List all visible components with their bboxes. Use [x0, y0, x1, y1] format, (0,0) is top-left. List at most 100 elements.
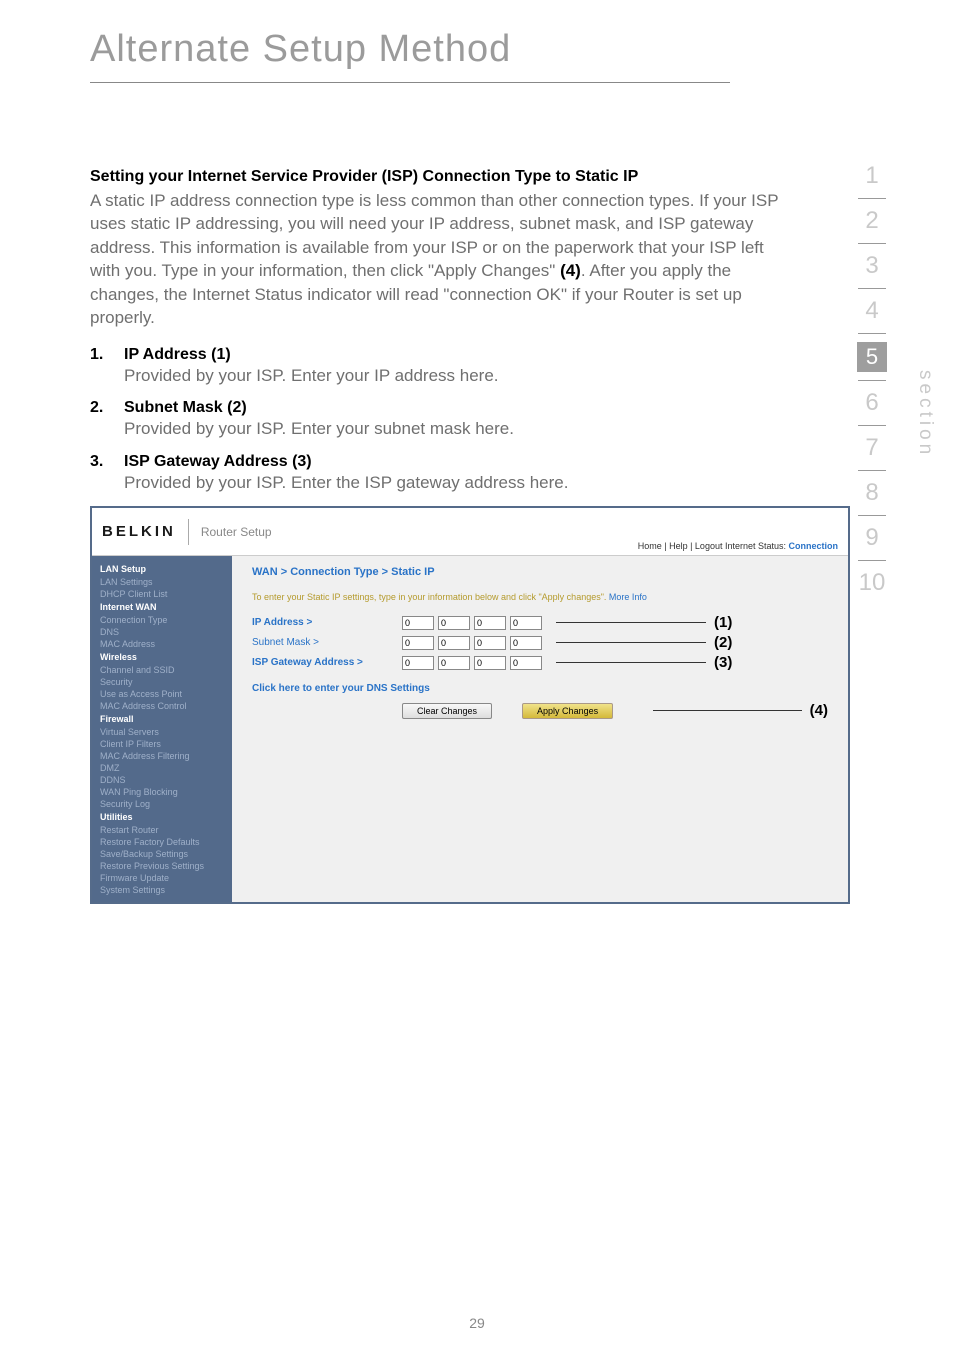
section-nav-item[interactable]: 5	[846, 334, 898, 380]
list-item: 2. Subnet Mask (2) Provided by your ISP.…	[90, 399, 790, 440]
dns-settings-link[interactable]: Click here to enter your DNS Settings	[252, 683, 828, 694]
annotation-number: (1)	[714, 614, 732, 631]
ip-octet-input[interactable]: 0	[474, 656, 506, 670]
field-label: ISP Gateway Address >	[252, 657, 402, 668]
ip-octet-input[interactable]: 0	[510, 616, 542, 630]
section-nav-item[interactable]: 4	[846, 289, 898, 333]
section-nav-item[interactable]: 10	[846, 561, 898, 605]
sidebar-group: Wireless	[92, 650, 232, 664]
field-label: IP Address >	[252, 617, 402, 628]
annotation-number: (2)	[714, 634, 732, 651]
sidebar-item[interactable]: DNS	[92, 626, 232, 638]
internet-status: Connection	[789, 541, 839, 551]
page-title: Alternate Setup Method	[90, 28, 511, 71]
ip-octet-input[interactable]: 0	[402, 656, 434, 670]
numbered-list: 1. IP Address (1) Provided by your ISP. …	[90, 346, 790, 494]
router-subtitle: Router Setup	[201, 525, 272, 539]
clear-changes-button[interactable]: Clear Changes	[402, 703, 492, 719]
section-label: section	[914, 370, 936, 458]
sidebar-item[interactable]: Security	[92, 676, 232, 688]
item-number: 2.	[90, 399, 124, 440]
header-divider	[188, 519, 189, 545]
instruction-text: To enter your Static IP settings, type i…	[252, 592, 828, 602]
sidebar-item[interactable]: LAN Settings	[92, 576, 232, 588]
sidebar-item[interactable]: DMZ	[92, 762, 232, 774]
section-nav-item[interactable]: 6	[846, 381, 898, 425]
breadcrumb: WAN > Connection Type > Static IP	[252, 566, 828, 578]
title-underline	[90, 82, 730, 83]
section-nav-item[interactable]: 7	[846, 426, 898, 470]
section-heading: Setting your Internet Service Provider (…	[90, 168, 790, 186]
form-row: Subnet Mask >0000(2)	[252, 634, 828, 651]
sidebar-item[interactable]: MAC Address	[92, 638, 232, 650]
list-item: 3. ISP Gateway Address (3) Provided by y…	[90, 453, 790, 494]
apply-changes-button[interactable]: Apply Changes	[522, 703, 613, 719]
section-nav-item[interactable]: 9	[846, 516, 898, 560]
sidebar-item[interactable]: Restore Factory Defaults	[92, 836, 232, 848]
ip-octet-input[interactable]: 0	[510, 636, 542, 650]
ip-octet-input[interactable]: 0	[402, 636, 434, 650]
form-row: IP Address >0000(1)	[252, 614, 828, 631]
sidebar-group: Firewall	[92, 712, 232, 726]
ip-octet-input[interactable]: 0	[438, 616, 470, 630]
sidebar-group: Internet WAN	[92, 600, 232, 614]
sidebar-item[interactable]: Restart Router	[92, 824, 232, 836]
item-text: Provided by your ISP. Enter your subnet …	[124, 417, 790, 440]
sidebar-item[interactable]: Restore Previous Settings	[92, 860, 232, 872]
item-text: Provided by your ISP. Enter your IP addr…	[124, 364, 790, 387]
sidebar-item[interactable]: Channel and SSID	[92, 664, 232, 676]
router-header: BELKIN Router Setup Home | Help | Logout…	[92, 508, 848, 556]
button-row: Clear Changes Apply Changes (4)	[252, 702, 828, 719]
router-screenshot: BELKIN Router Setup Home | Help | Logout…	[90, 506, 850, 904]
sidebar-item[interactable]: DDNS	[92, 774, 232, 786]
sidebar-item[interactable]: Virtual Servers	[92, 726, 232, 738]
sidebar-item[interactable]: MAC Address Control	[92, 700, 232, 712]
router-body: LAN SetupLAN SettingsDHCP Client ListInt…	[92, 556, 848, 902]
router-top-links: Home | Help | Logout Internet Status: Co…	[638, 541, 838, 551]
ip-octet-input[interactable]: 0	[474, 636, 506, 650]
instruction-main: To enter your Static IP settings, type i…	[252, 592, 609, 602]
section-nav-item[interactable]: 2	[846, 199, 898, 243]
sidebar-item[interactable]: Use as Access Point	[92, 688, 232, 700]
annotation-line	[556, 622, 706, 623]
sidebar-item[interactable]: WAN Ping Blocking	[92, 786, 232, 798]
item-number: 1.	[90, 346, 124, 387]
section-nav: 12345678910	[846, 154, 898, 605]
item-title: IP Address (1)	[124, 346, 790, 364]
sidebar-item[interactable]: Security Log	[92, 798, 232, 810]
field-label: Subnet Mask >	[252, 637, 402, 648]
sidebar-item[interactable]: System Settings	[92, 884, 232, 896]
router-main: WAN > Connection Type > Static IP To ent…	[232, 556, 848, 902]
annotation-line	[556, 662, 706, 663]
section-nav-item[interactable]: 3	[846, 244, 898, 288]
item-text: Provided by your ISP. Enter the ISP gate…	[124, 471, 790, 494]
section-nav-item[interactable]: 1	[846, 154, 898, 198]
item-title: Subnet Mask (2)	[124, 399, 790, 417]
main-content: Setting your Internet Service Provider (…	[90, 168, 790, 904]
sidebar-item[interactable]: DHCP Client List	[92, 588, 232, 600]
page-number: 29	[0, 1315, 954, 1331]
ip-octet-input[interactable]: 0	[510, 656, 542, 670]
ip-octet-input[interactable]: 0	[402, 616, 434, 630]
annotation-line	[653, 710, 802, 711]
ip-octet-input[interactable]: 0	[474, 616, 506, 630]
sidebar-item[interactable]: Save/Backup Settings	[92, 848, 232, 860]
intro-bold-ref: (4)	[560, 261, 581, 280]
sidebar-item[interactable]: Firmware Update	[92, 872, 232, 884]
form-row: ISP Gateway Address >0000(3)	[252, 654, 828, 671]
toplinks-prefix: Home | Help | Logout Internet Status:	[638, 541, 789, 551]
sidebar-group: LAN Setup	[92, 562, 232, 576]
intro-paragraph: A static IP address connection type is l…	[90, 189, 790, 330]
sidebar-group: Utilities	[92, 810, 232, 824]
annotation-4: (4)	[810, 702, 828, 719]
sidebar-item[interactable]: MAC Address Filtering	[92, 750, 232, 762]
router-sidebar: LAN SetupLAN SettingsDHCP Client ListInt…	[92, 556, 232, 902]
sidebar-item[interactable]: Client IP Filters	[92, 738, 232, 750]
annotation-number: (3)	[714, 654, 732, 671]
section-nav-item[interactable]: 8	[846, 471, 898, 515]
more-info-link[interactable]: More Info	[609, 592, 647, 602]
sidebar-item[interactable]: Connection Type	[92, 614, 232, 626]
belkin-logo: BELKIN	[102, 523, 176, 540]
ip-octet-input[interactable]: 0	[438, 656, 470, 670]
ip-octet-input[interactable]: 0	[438, 636, 470, 650]
